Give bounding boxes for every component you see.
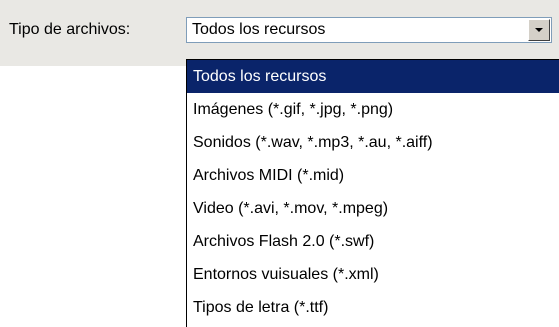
dropdown-option-sounds[interactable]: Sonidos (*.wav, *.mp3, *.au, *.aiff) [187, 126, 559, 159]
dropdown-option-video[interactable]: Video (*.avi, *.mov, *.mpeg) [187, 192, 559, 225]
file-type-select[interactable]: Todos los recursos [186, 17, 552, 43]
dropdown-option-flash[interactable]: Archivos Flash 2.0 (*.swf) [187, 225, 559, 258]
dropdown-option-images[interactable]: Imágenes (*.gif, *.jpg, *.png) [187, 93, 559, 126]
dropdown-option-midi[interactable]: Archivos MIDI (*.mid) [187, 159, 559, 192]
chevron-down-icon [535, 28, 543, 32]
dropdown-arrow-button[interactable] [528, 19, 550, 41]
dropdown-option-fonts[interactable]: Tipos de letra (*.ttf) [187, 291, 559, 324]
dropdown-option-all-resources[interactable]: Todos los recursos [187, 60, 559, 93]
file-type-label: Tipo de archivos: [9, 21, 131, 38]
file-type-dropdown-list[interactable]: Todos los recursos Imágenes (*.gif, *.jp… [186, 59, 559, 327]
file-type-selected-value: Todos los recursos [192, 21, 326, 38]
dropdown-option-visual-environments[interactable]: Entornos vuisuales (*.xml) [187, 258, 559, 291]
